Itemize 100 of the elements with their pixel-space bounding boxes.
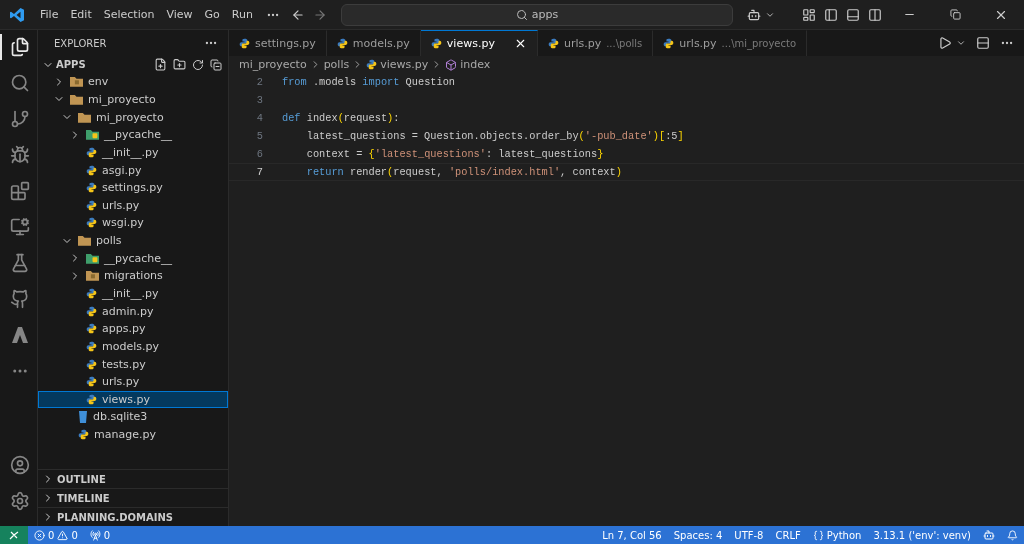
search-icon: [515, 8, 528, 21]
python-icon: [86, 164, 97, 176]
notification-bell-icon[interactable]: [1007, 529, 1018, 541]
run-debug-icon[interactable]: [9, 145, 30, 165]
section-header[interactable]: OUTLINE: [57, 473, 106, 485]
file-name: views.py: [102, 392, 151, 406]
tree-item[interactable]: migrations: [38, 267, 228, 285]
breadcrumb-item[interactable]: views.py: [380, 58, 429, 71]
breadcrumb-item[interactable]: mi_proyecto: [239, 58, 307, 71]
package-folder-icon: [70, 76, 83, 88]
chevron-down-icon[interactable]: [956, 38, 966, 48]
menu-item[interactable]: Run: [225, 8, 259, 21]
code-line: from .models import Question: [282, 76, 456, 88]
bot-icon[interactable]: [746, 7, 761, 22]
menu-item[interactable]: File: [34, 8, 65, 21]
settings-icon[interactable]: [9, 491, 30, 511]
back-arrow-icon[interactable]: [290, 7, 305, 22]
python-icon: [86, 217, 97, 229]
python-folder-icon: [86, 129, 99, 141]
file-name: asgi.py: [102, 163, 142, 177]
file-name: env: [88, 75, 109, 89]
breadcrumb-item[interactable]: polls: [323, 58, 350, 71]
extensions-icon[interactable]: [9, 181, 30, 201]
new-folder-icon[interactable]: [173, 58, 186, 71]
source-control-icon[interactable]: [9, 109, 30, 129]
indentation-setting[interactable]: Spaces: 4: [667, 529, 729, 541]
folder-icon: [78, 111, 91, 123]
tree-item[interactable]: __init__.py: [38, 143, 228, 162]
python-icon: [78, 429, 89, 441]
tree-item[interactable]: __pycache__: [38, 125, 228, 144]
menu-item[interactable]: Edit: [64, 8, 98, 21]
file-name: mi_proyecto: [96, 110, 164, 124]
panel-left-icon[interactable]: [824, 7, 838, 22]
tree-item[interactable]: mi_proyecto: [38, 90, 228, 109]
panel-bottom-icon[interactable]: [846, 7, 860, 22]
language-mode[interactable]: Python: [806, 529, 868, 541]
command-search-field[interactable]: apps: [340, 3, 733, 26]
line-number: 4: [255, 112, 263, 124]
cursor-position[interactable]: Ln 7, Col 56: [596, 529, 668, 541]
python-icon: [86, 340, 97, 352]
tree-item[interactable]: db.sqlite3: [38, 408, 228, 426]
tree-item[interactable]: settings.py: [38, 178, 228, 197]
remote-button[interactable]: [0, 526, 28, 544]
tree-item[interactable]: __init__.py: [38, 284, 228, 303]
code-line: latest_questions = Question.objects.order_by('-pub_date')[:5]: [305, 130, 684, 142]
tree-item[interactable]: env: [38, 73, 228, 91]
restore-icon[interactable]: [949, 9, 961, 20]
file-name: manage.py: [94, 428, 156, 442]
menu-item[interactable]: View: [160, 8, 199, 21]
collapse-all-icon[interactable]: [210, 58, 222, 71]
remote-monitor-icon[interactable]: [9, 217, 30, 237]
tree-item[interactable]: admin.py: [38, 302, 228, 320]
triangle-a-icon[interactable]: [10, 326, 29, 344]
new-file-icon[interactable]: [154, 58, 167, 71]
tree-item[interactable]: tests.py: [38, 355, 228, 373]
tree-item[interactable]: apps.py: [38, 319, 228, 338]
section-header[interactable]: PLANNING.DOMAINS: [57, 511, 174, 523]
split-editor-icon[interactable]: [976, 36, 990, 50]
tree-item[interactable]: asgi.py: [38, 161, 228, 179]
breadcrumb-item[interactable]: index: [460, 58, 491, 71]
menu-item[interactable]: Selection: [97, 8, 161, 21]
braces-icon: [812, 529, 824, 541]
interpreter-selector[interactable]: 3.13.1 ('env': venv): [867, 529, 977, 541]
tree-item[interactable]: mi_proyecto: [38, 108, 228, 126]
tree-item[interactable]: wsgi.py: [38, 214, 228, 232]
radio-tower-icon: [89, 529, 101, 541]
forward-arrow-icon[interactable]: [312, 7, 327, 22]
tree-item[interactable]: manage.py: [38, 425, 228, 444]
line-ending-setting[interactable]: CRLF: [769, 529, 807, 541]
search-icon[interactable]: [9, 73, 30, 93]
run-icon[interactable]: [938, 36, 952, 50]
github-icon[interactable]: [9, 289, 30, 309]
files-icon[interactable]: [9, 37, 30, 57]
layout-icon[interactable]: [802, 7, 816, 22]
editor-tab[interactable]: views.py: [420, 30, 538, 56]
file-name: migrations: [104, 269, 163, 283]
tab-label: urls.py: [679, 37, 717, 50]
code-line: context = {'latest_questions': latest_questions}: [305, 148, 604, 160]
tree-item[interactable]: urls.py: [38, 372, 228, 391]
file-name: urls.py: [102, 375, 140, 389]
account-icon[interactable]: [9, 455, 30, 475]
tab-path-hint: ...\polls: [606, 38, 643, 49]
panel-right-icon[interactable]: [868, 7, 882, 22]
problems-indicator[interactable]: 0 0: [28, 529, 84, 541]
tree-item[interactable]: models.py: [38, 337, 228, 356]
file-name: settings.py: [102, 181, 163, 195]
python-icon: [336, 38, 348, 49]
tree-item[interactable]: polls: [38, 231, 228, 250]
tree-item[interactable]: __pycache__: [38, 249, 228, 268]
python-icon: [86, 288, 97, 299]
file-name: __pycache__: [104, 128, 173, 142]
section-header[interactable]: TIMELINE: [57, 492, 110, 504]
refresh-icon[interactable]: [192, 58, 204, 71]
selected-tree-item[interactable]: views.py: [38, 390, 228, 409]
encoding-setting[interactable]: UTF-8: [728, 529, 770, 541]
folder-root-label[interactable]: APPS: [56, 59, 152, 70]
menu-item[interactable]: Go: [198, 8, 226, 21]
tree-item[interactable]: urls.py: [38, 196, 228, 215]
python-icon: [86, 182, 97, 194]
ports-indicator[interactable]: 0: [83, 529, 117, 541]
